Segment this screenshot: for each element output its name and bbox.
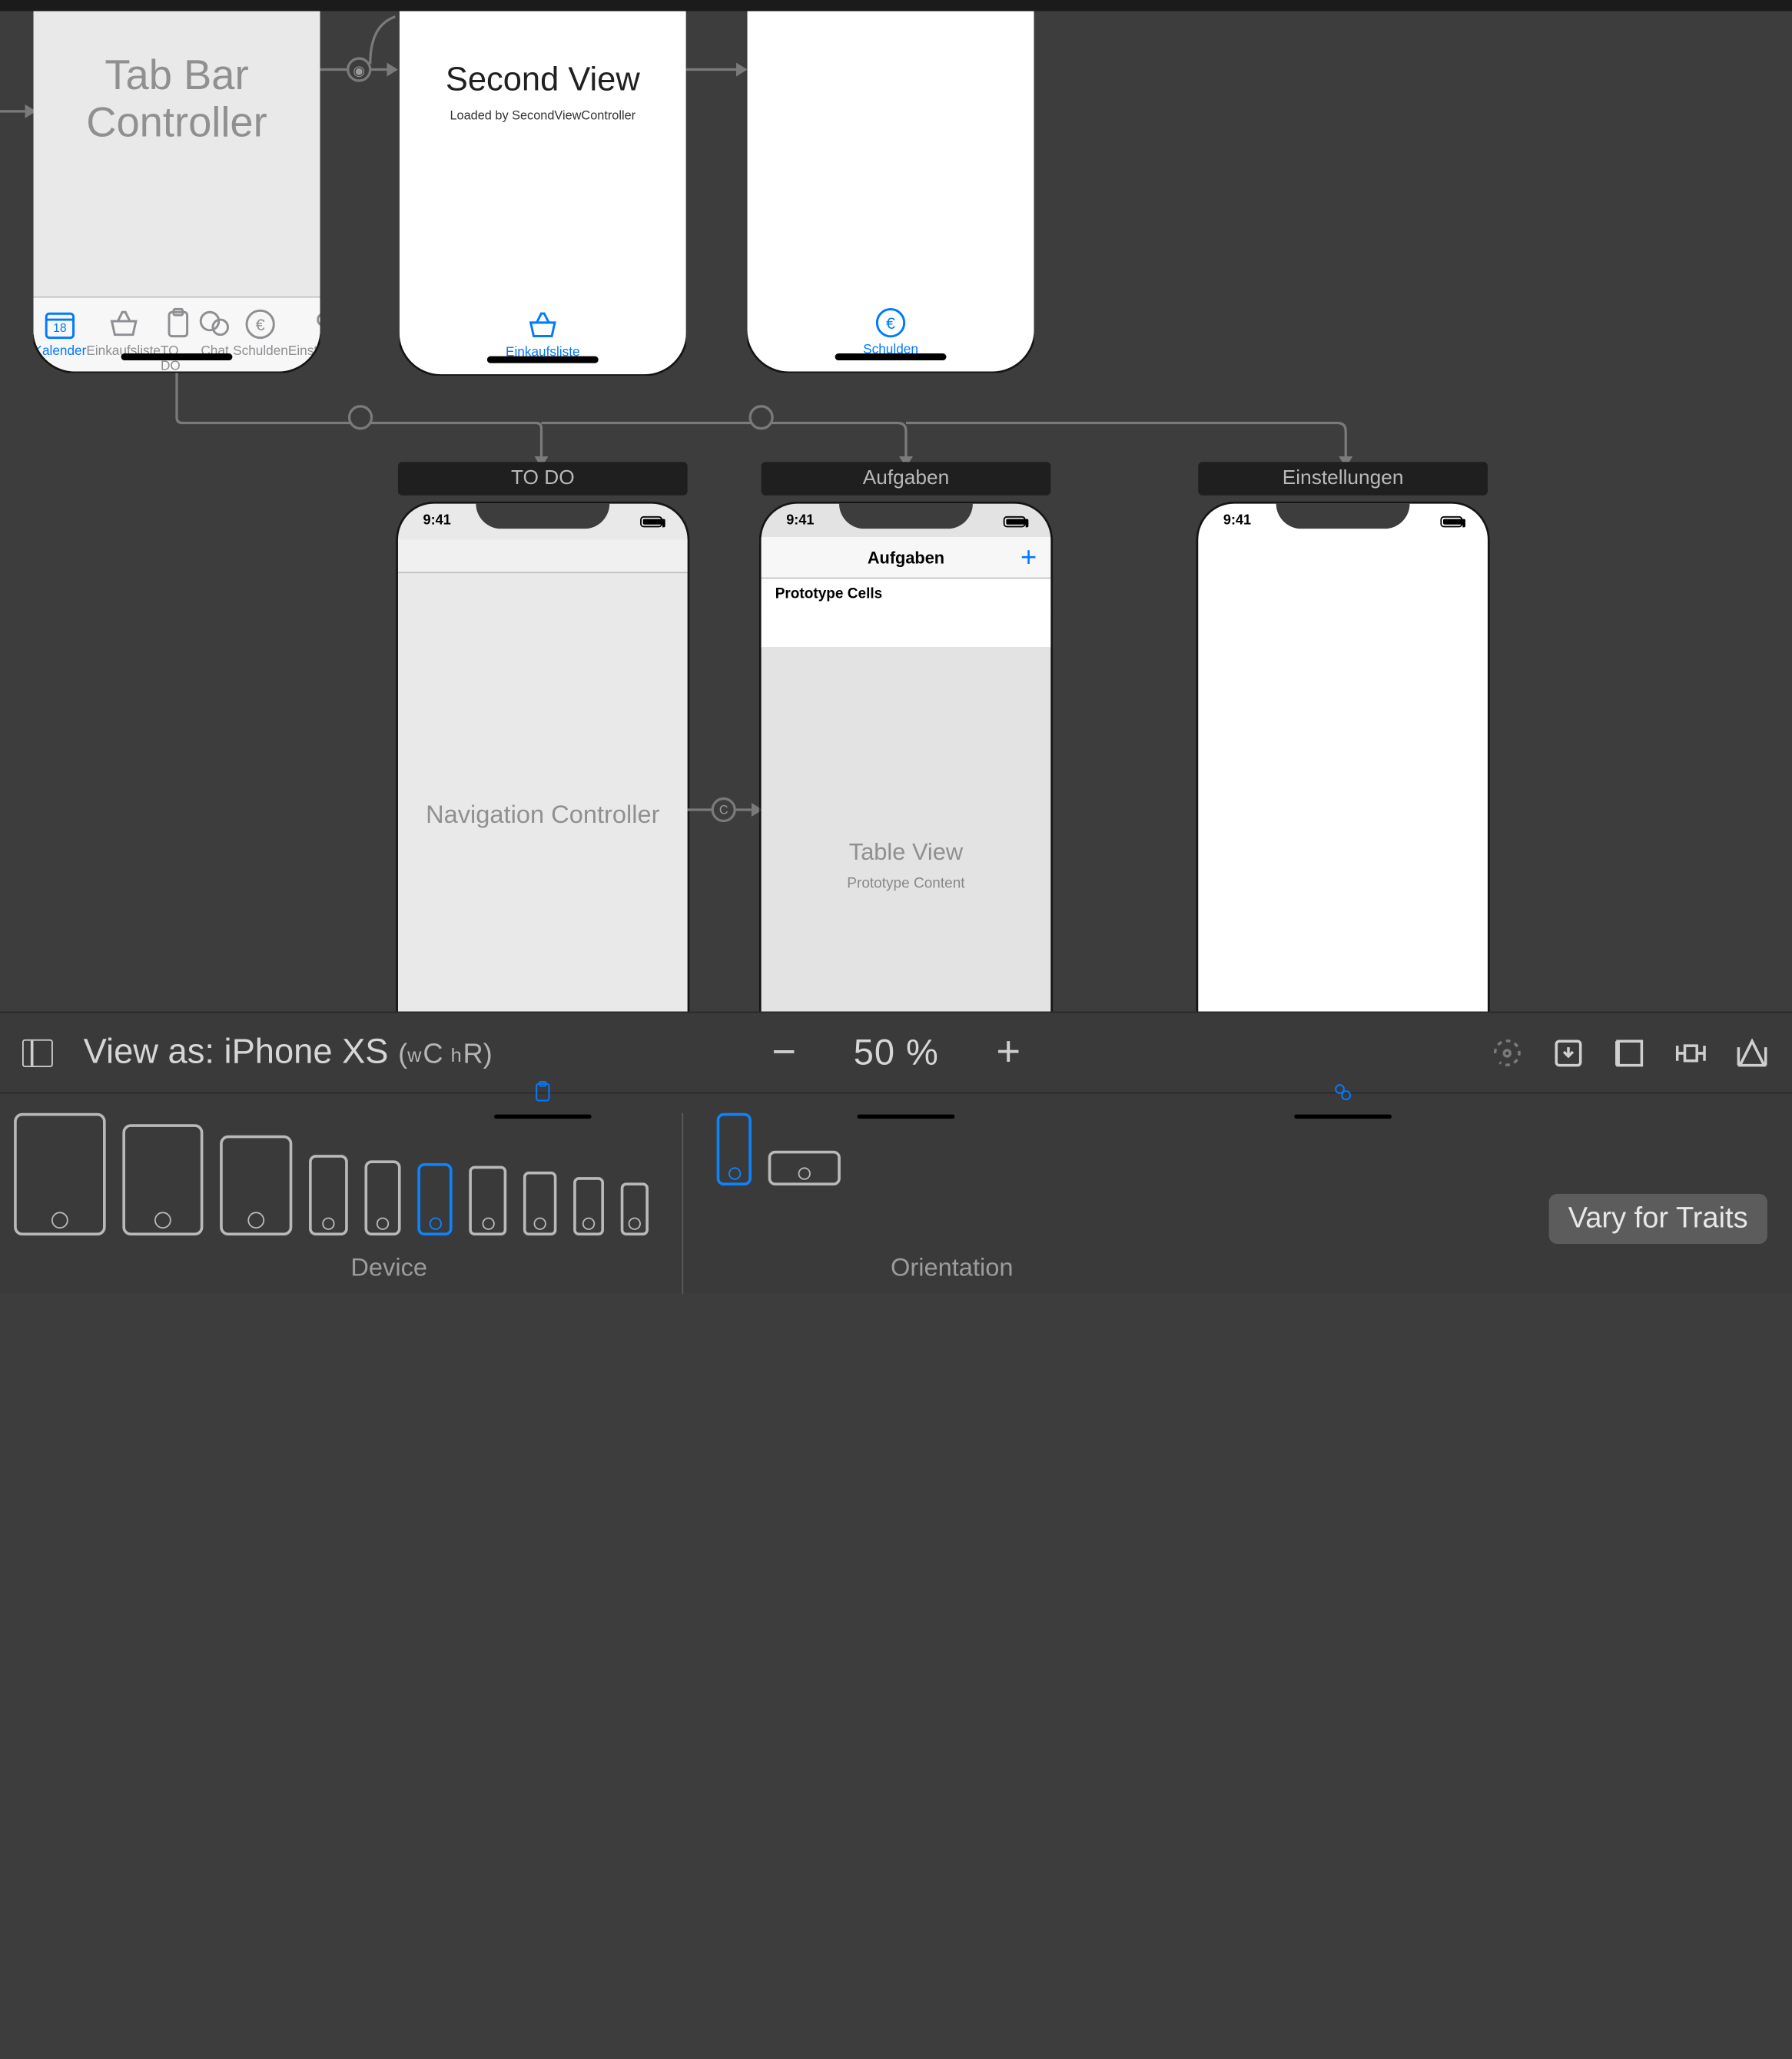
status-time: 9:41	[423, 513, 451, 555]
device-configuration-bar: View as: iPhone XS (wC hR) − 50 % +	[0, 1012, 1792, 1293]
status-time: 9:41	[1223, 513, 1251, 555]
scene-title-todo: TO DO	[398, 462, 688, 495]
align-icon[interactable]	[1611, 1034, 1648, 1070]
tab-einstellungen[interactable]: Einstellungen	[288, 306, 320, 371]
zoom-in-button[interactable]: +	[986, 1030, 1030, 1075]
tab-einstellungen-single[interactable]	[1301, 1079, 1385, 1127]
basket-icon	[105, 306, 141, 342]
second-view-title: Second View	[400, 61, 686, 101]
scene-tabbar-controller[interactable]: Tab Bar Controller 18 Kalender Einkaufsl…	[33, 11, 320, 373]
clipboard-icon	[530, 1079, 556, 1105]
device-ipad-12[interactable]	[14, 1113, 106, 1235]
view-as-label[interactable]: View as: iPhone XS (wC hR)	[84, 1033, 493, 1073]
orientation-caption: Orientation	[891, 1254, 1013, 1283]
orientation-landscape[interactable]	[768, 1151, 841, 1185]
segue-to-bottom-row	[174, 373, 1356, 476]
svg-text:€: €	[886, 313, 895, 333]
euro-icon: €	[242, 306, 278, 342]
gear-icon	[310, 306, 320, 342]
table-view-title: Table View	[762, 839, 1051, 867]
segue-nav-to-table: C	[688, 793, 763, 826]
tab-kalender[interactable]: 18 Kalender	[33, 306, 86, 371]
resolve-issues-icon[interactable]	[1734, 1034, 1770, 1070]
table-view-subtitle: Prototype Content	[762, 875, 1051, 892]
refresh-icon[interactable]	[1489, 1034, 1525, 1070]
euro-icon: €	[872, 305, 908, 341]
svg-text:◉: ◉	[353, 63, 365, 78]
tab-schulden[interactable]: € Schulden	[233, 306, 288, 371]
segue-to-second-view: ◉	[320, 48, 398, 90]
status-time: 9:41	[786, 513, 814, 555]
zoom-out-button[interactable]: −	[762, 1030, 806, 1075]
battery-icon	[1440, 516, 1462, 527]
pin-constraints-icon[interactable]	[1673, 1034, 1709, 1070]
prototype-cells-header: Prototype Cells	[762, 579, 1051, 611]
svg-text:€: €	[256, 315, 265, 334]
tab-schulden-single[interactable]: € Schulden	[835, 305, 947, 372]
segue-upward-stub	[359, 11, 400, 64]
device-iphone-4s[interactable]	[621, 1182, 649, 1235]
nav-controller-title: Navigation Controller	[398, 801, 688, 830]
toggle-panel-icon[interactable]	[22, 1039, 53, 1066]
orientation-picker	[717, 1113, 841, 1185]
svg-text:C: C	[719, 803, 728, 817]
scene-schulden-blank[interactable]: € Schulden	[748, 11, 1034, 373]
basket-icon	[525, 307, 561, 343]
battery-icon	[640, 516, 662, 527]
second-view-subtitle: Loaded by SecondViewController	[400, 108, 686, 122]
clipboard-icon	[161, 306, 197, 342]
device-iphone-8plus[interactable]	[469, 1166, 506, 1236]
tab-einkaufsliste[interactable]: Einkaufsliste	[86, 306, 161, 371]
tab-todo-single[interactable]	[501, 1079, 585, 1127]
device-iphone-8[interactable]	[523, 1172, 556, 1235]
tab-todo[interactable]: TO DO	[161, 306, 197, 371]
chat-icon	[197, 306, 233, 342]
tabbar-controller-title: Tab Bar Controller	[33, 53, 320, 148]
device-ipad-11[interactable]	[122, 1124, 203, 1235]
gear-icon	[1330, 1079, 1356, 1105]
initial-vc-arrow	[0, 94, 36, 128]
svg-text:18: 18	[53, 322, 67, 335]
vary-for-traits-button[interactable]: Vary for Traits	[1548, 1194, 1767, 1244]
device-iphone-max[interactable]	[309, 1155, 348, 1235]
prototype-cell[interactable]	[762, 609, 1051, 648]
scene-title-einstellungen: Einstellungen	[1198, 462, 1488, 495]
device-caption: Device	[350, 1254, 427, 1283]
scene-second-view[interactable]: Second View Loaded by SecondViewControll…	[400, 11, 686, 375]
device-picker	[14, 1113, 649, 1235]
segue-stub-top-right	[686, 48, 748, 90]
battery-icon	[1004, 516, 1026, 527]
device-ipad-9[interactable]	[220, 1136, 292, 1235]
calendar-icon: 18	[41, 306, 78, 342]
tab-chat[interactable]: Chat	[197, 306, 233, 371]
embed-in-icon[interactable]	[1550, 1034, 1586, 1070]
scene-title-aufgaben: Aufgaben	[762, 462, 1051, 495]
device-iphone-xs[interactable]	[417, 1163, 452, 1235]
zoom-value: 50 %	[854, 1031, 939, 1074]
device-iphone-xr[interactable]	[364, 1160, 400, 1235]
device-iphone-se[interactable]	[573, 1177, 604, 1235]
tab-einkaufsliste-single[interactable]: Einkaufsliste	[487, 307, 599, 374]
orientation-portrait[interactable]	[717, 1113, 752, 1185]
